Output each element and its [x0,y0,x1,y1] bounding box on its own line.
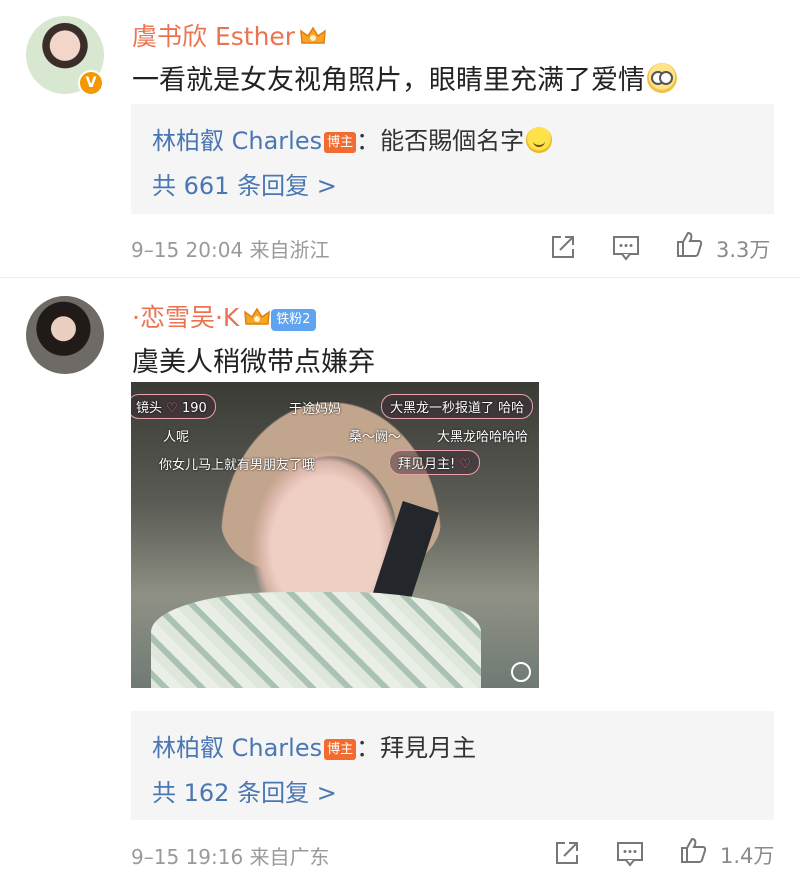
reply-text: 能否賜個名字 [380,127,525,155]
reply-separator: ： [356,127,381,155]
view-replies-link[interactable]: 共 162 条回复 > [152,773,337,808]
video-screenshot[interactable]: 镜头 ♡ 190 于途妈妈 大黑龙一秒报道了 哈哈 人呢 桑～阙～ 大黑龙哈哈哈… [131,382,539,688]
thumbs-up-icon[interactable] [675,230,703,258]
weibo-watermark-icon [511,662,531,682]
like-count: 3.3万 [716,238,771,262]
smile-emoji-icon [526,127,553,153]
danmaku-item: 大黑龙哈哈哈哈 [437,430,529,445]
danmaku-item: 你女儿马上就有男朋友了哦 [159,458,316,473]
comment-body: 一看就是女友视角照片，眼睛里充满了爱情 [132,65,645,96]
comment-icon[interactable] [612,233,640,261]
username[interactable]: 虞书欣 Esther [132,17,327,53]
username-text[interactable]: 虞书欣 Esther [132,22,295,51]
danmaku-item: 桑～阙～ [349,430,402,445]
danmaku-item: 大黑龙一秒报道了 哈哈 [381,394,534,419]
verified-badge: V [78,70,104,96]
reply-box[interactable]: 林柏叡 Charles 博主 ：能否賜個名字 共 661 条回复 > [131,104,774,214]
avatar[interactable] [26,296,104,374]
media-shirt [151,592,481,688]
comment-item: V 虞书欣 Esther 一看就是女友视角照片，眼睛里充满了爱情 林柏叡 Cha… [0,0,800,278]
share-icon[interactable] [553,839,581,867]
reply-author[interactable]: 林柏叡 Charles [152,734,322,762]
danmaku-item: 拜见月主! ♡ [389,450,481,475]
reply-author[interactable]: 林柏叡 Charles [152,127,322,155]
reply-box[interactable]: 林柏叡 Charles 博主 ：拜見月主 共 162 条回复 > [131,711,774,820]
fan-badge: 铁粉2 [271,309,316,331]
crown-icon [244,307,271,325]
comment-body: 虞美人稍微带点嫌弃 [132,347,375,378]
reply-preview[interactable]: 林柏叡 Charles 博主 ：拜見月主 [152,728,476,763]
reply-text: 拜見月主 [380,734,477,762]
reply-separator: ： [356,734,381,762]
comment-text: 一看就是女友视角照片，眼睛里充满了爱情 [132,58,677,97]
username[interactable]: ·恋雪吴·K 铁粉2 [132,298,316,334]
blogger-tag: 博主 [324,739,357,760]
reply-preview[interactable]: 林柏叡 Charles 博主 ：能否賜個名字 [152,121,553,156]
username-text[interactable]: ·恋雪吴·K [132,303,239,332]
comment-meta: 9–15 19:16 来自广东 [131,845,330,869]
comment-icon[interactable] [616,839,644,867]
share-icon[interactable] [549,233,577,261]
crown-icon [300,26,326,44]
comment-meta: 9–15 20:04 来自浙江 [131,238,330,262]
view-replies-link[interactable]: 共 661 条回复 > [152,166,337,201]
comment-text: 虞美人稍微带点嫌弃 [132,340,375,379]
blogger-tag: 博主 [324,132,357,153]
danmaku-item: 镜头 ♡ 190 [131,394,216,419]
like-count: 1.4万 [720,844,775,868]
danmaku-item: 人呢 [163,430,190,445]
thinking-emoji-icon [647,63,677,93]
danmaku-item: 于途妈妈 [289,402,342,417]
thumbs-up-icon[interactable] [679,836,707,864]
